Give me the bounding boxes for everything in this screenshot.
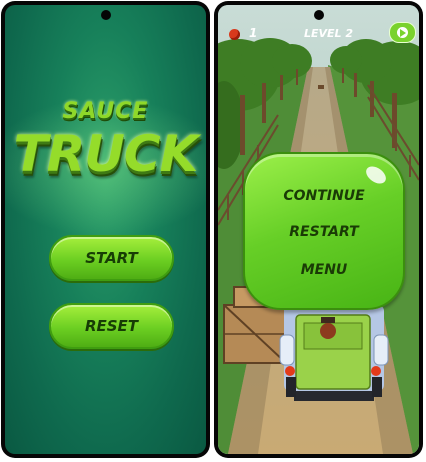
level-indicator: LEVEL 2 [304,27,354,40]
continue-button[interactable]: CONTINUE [245,188,403,204]
camera-notch [100,10,111,20]
game-pause-screen: 1 LEVEL 2 CONTINUE RESTART MENU [218,5,419,454]
pause-menu-panel: CONTINUE RESTART MENU [243,152,405,310]
logo-truck-text: TRUCK [13,125,199,183]
phone-frame-left: SAUCE TRUCK START RESET [1,1,210,458]
player-truck [279,305,389,401]
restart-button[interactable]: RESTART [245,224,403,240]
panel-gloss [362,162,390,188]
phone-frame-right: 1 LEVEL 2 CONTINUE RESTART MENU [214,1,423,458]
play-button[interactable] [389,22,416,43]
reset-button[interactable]: RESET [49,303,174,349]
distant-object [318,85,324,89]
start-button[interactable]: START [49,235,174,281]
menu-button[interactable]: MENU [245,262,403,278]
logo-sauce-text: SAUCE [62,99,149,124]
main-menu-screen: SAUCE TRUCK START RESET [5,5,206,454]
lives-count: 1 [249,26,258,40]
camera-notch [313,10,324,20]
tomato-icon [229,29,240,40]
play-icon [397,27,408,38]
